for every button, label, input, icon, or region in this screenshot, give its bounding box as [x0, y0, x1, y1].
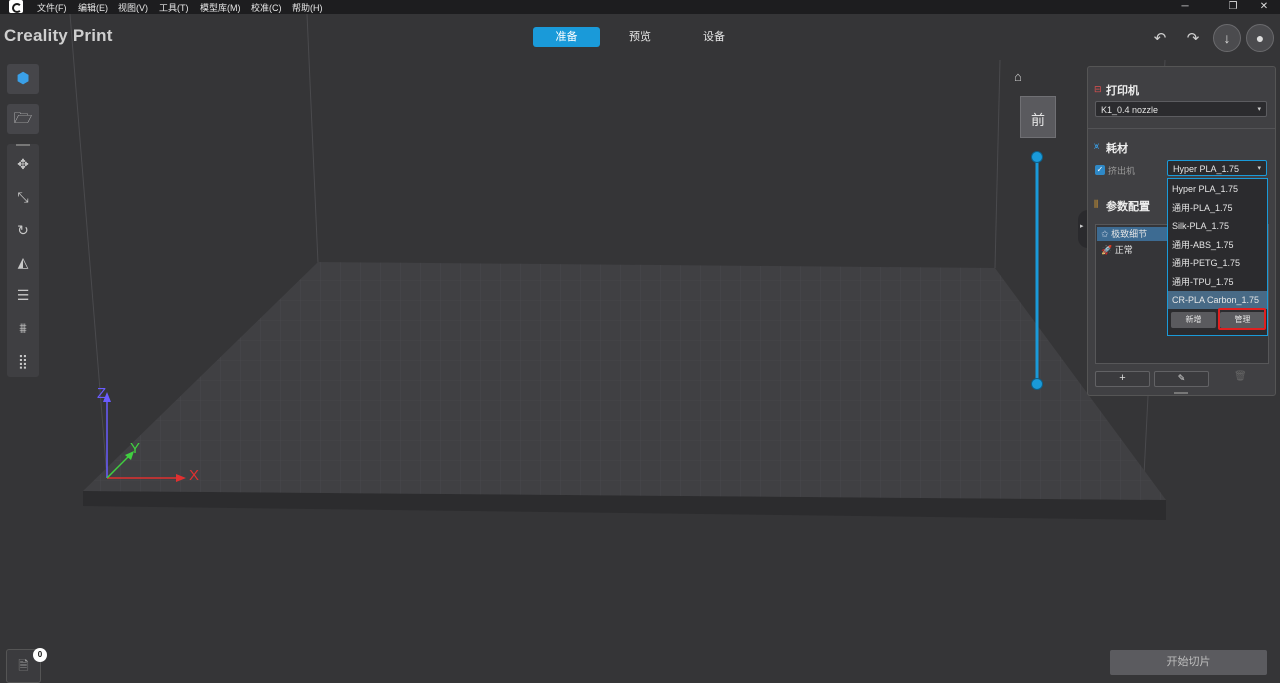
menu-edit[interactable]: 编辑(E) — [78, 1, 108, 14]
minimize-icon[interactable]: ─ — [1175, 0, 1195, 14]
log-count-badge: 0 — [33, 648, 47, 662]
delete-icon: 🗑 — [1234, 371, 1247, 382]
add-param-button[interactable]: + — [1095, 371, 1150, 387]
printer-icon: ⊟ — [1094, 84, 1102, 94]
layer-slider-bottom-handle — [1031, 378, 1043, 390]
scale-icon[interactable]: ⤡ — [7, 185, 39, 209]
param-item-normal[interactable]: 🚀 正常 — [1097, 243, 1167, 257]
close-icon[interactable]: ✕ — [1254, 0, 1274, 14]
material-option-selected[interactable]: CR-PLA Carbon_1.75 — [1168, 291, 1267, 309]
printer-section-title: 打印机 — [1106, 85, 1139, 97]
menu-tools[interactable]: 工具(T) — [159, 1, 189, 14]
transform-tool-group: ✥ ⤡ ↻ ◭ ☰ ⩩ ⣿ — [7, 144, 39, 377]
material-option[interactable]: 通用-PLA_1.75 — [1168, 199, 1267, 217]
tab-preview[interactable]: 预览 — [608, 27, 672, 47]
material-section-title: 耗材 — [1106, 143, 1128, 155]
material-dropdown: Hyper PLA_1.75 通用-PLA_1.75 Silk-PLA_1.75… — [1167, 178, 1268, 336]
edit-icon: ✎ — [1177, 373, 1186, 383]
chevron-down-icon: ▾ — [1257, 106, 1261, 113]
material-option[interactable]: 通用-PETG_1.75 — [1168, 254, 1267, 272]
build-volume-edge — [69, 14, 108, 479]
printer-select[interactable]: K1_0.4 nozzle ▾ — [1095, 101, 1267, 117]
view-cube[interactable]: 前 — [1020, 96, 1056, 138]
tab-device[interactable]: 设备 — [682, 27, 746, 47]
support-icon[interactable]: ⩩ — [7, 316, 39, 340]
material-option[interactable]: Hyper PLA_1.75 — [1168, 180, 1267, 198]
param-item-ultra-detail[interactable]: ✩ 极致细节 — [1097, 227, 1167, 241]
star-icon: ✩ — [1101, 229, 1109, 239]
menu-help[interactable]: 帮助(H) — [292, 1, 323, 14]
params-section-title: 参数配置 — [1106, 201, 1150, 213]
z-axis-label: Z — [97, 385, 106, 402]
rotate-icon[interactable]: ↻ — [7, 218, 39, 242]
chevron-down-icon: ▾ — [1257, 165, 1261, 172]
filament-icon: ⩙ — [1094, 141, 1100, 151]
open-folder-icon[interactable]: 🗁 — [7, 104, 39, 134]
material-option[interactable]: Silk-PLA_1.75 — [1168, 217, 1267, 235]
move-icon[interactable]: ✥ — [7, 152, 39, 176]
y-axis-label: Y — [130, 440, 140, 457]
start-slice-button[interactable]: 开始切片 — [1110, 650, 1267, 675]
add-model-icon[interactable]: ⬢ — [7, 64, 39, 94]
menu-model-library[interactable]: 模型库(M) — [200, 1, 241, 14]
material-option[interactable]: 通用-ABS_1.75 — [1168, 236, 1267, 254]
manage-button-highlight — [1218, 308, 1266, 330]
extruder-checkbox[interactable]: ✓ — [1095, 165, 1105, 175]
restore-icon[interactable]: ❐ — [1223, 0, 1243, 14]
build-volume-edge — [994, 59, 1001, 269]
menu-bar: 文件(F) 编辑(E) 视图(V) 工具(T) 模型库(M) 校准(C) 帮助(… — [0, 0, 1280, 14]
user-avatar-icon[interactable]: ● — [1246, 24, 1274, 52]
menu-calibration[interactable]: 校准(C) — [251, 1, 282, 14]
add-material-button[interactable]: 新增 — [1171, 312, 1216, 328]
list-icon[interactable]: ☰ — [7, 283, 39, 307]
home-view-icon[interactable]: ⌂ — [1014, 69, 1022, 84]
rocket-icon: 🚀 — [1101, 245, 1113, 255]
chevron-right-icon: ▸ — [1080, 223, 1084, 230]
extruder-label: 挤出机 — [1108, 166, 1136, 176]
more-tools-icon[interactable]: ⣿ — [7, 349, 39, 373]
view-cube-front-label: 前 — [1031, 112, 1045, 128]
x-axis-label: X — [189, 467, 199, 484]
params-icon: ⫼ — [1094, 199, 1099, 209]
menu-view[interactable]: 视图(V) — [118, 1, 148, 14]
app-title: Creality Print — [4, 26, 113, 45]
layer-slider-top-handle — [1031, 151, 1043, 163]
edit-param-button[interactable]: ✎ — [1154, 371, 1209, 387]
material-option[interactable]: 通用-TPU_1.75 — [1168, 273, 1267, 291]
redo-icon[interactable]: ↷ — [1181, 27, 1205, 51]
app-logo-icon — [9, 0, 23, 13]
material-select[interactable]: Hyper PLA_1.75 ▾ — [1167, 160, 1267, 176]
tab-prepare[interactable]: 准备 — [533, 27, 600, 47]
menu-file[interactable]: 文件(F) — [37, 1, 67, 14]
undo-icon[interactable]: ↶ — [1148, 27, 1172, 51]
download-icon[interactable]: ↓ — [1213, 24, 1241, 52]
build-volume-edge — [306, 14, 319, 264]
lay-flat-icon[interactable]: ◭ — [7, 250, 39, 274]
